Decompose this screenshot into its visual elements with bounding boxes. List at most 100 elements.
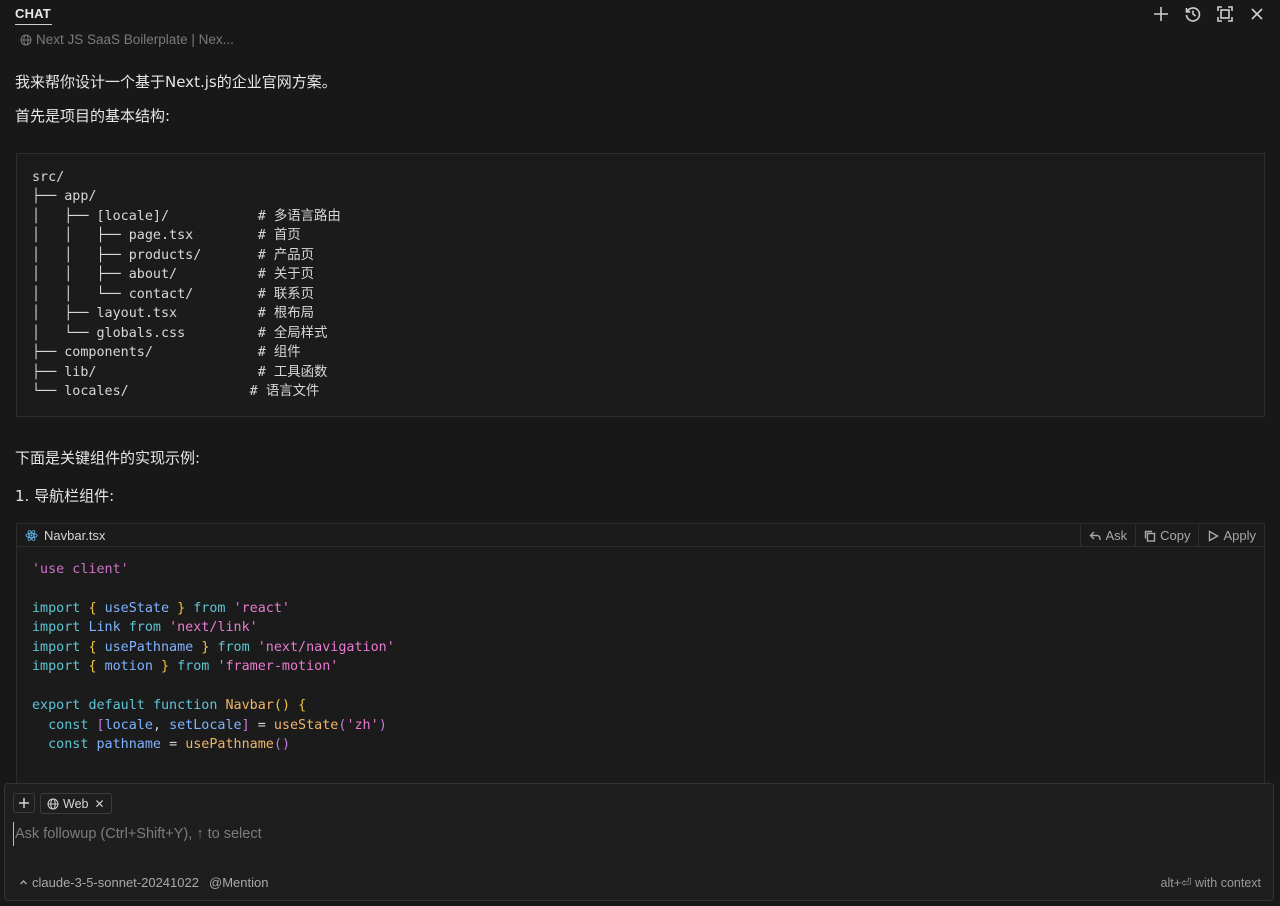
file-tree-line: ├── app/: [32, 187, 341, 206]
code-string: 'next/link': [169, 620, 258, 636]
model-selector[interactable]: claude-3-5-sonnet-20241022: [19, 875, 199, 890]
file-tree-line: ├── lib/ # 工具函数: [32, 364, 328, 380]
tab-underline: [15, 24, 52, 25]
file-tree-comment: 产品页: [273, 247, 315, 263]
code-string: 'framer-motion': [217, 659, 339, 675]
file-tree-comment: 全局样式: [273, 325, 328, 341]
code-keyword: from: [193, 600, 226, 616]
message-intro: 我来帮你设计一个基于Next.js的企业官网方案。: [15, 73, 337, 91]
copy-label: Copy: [1160, 528, 1191, 543]
code-bracket: [: [96, 717, 105, 733]
code-bracket: ): [281, 737, 290, 753]
code-identifier: useState: [104, 600, 170, 616]
code-line: import Link from 'next/link': [32, 618, 395, 637]
code-bracket: }: [161, 659, 170, 675]
code-line: const [locale, setLocale] = useState('zh…: [32, 716, 395, 735]
copy-button[interactable]: Copy: [1135, 524, 1198, 547]
code-block-header: Navbar.tsx Ask Copy Apply: [17, 524, 1264, 547]
code-keyword: import: [32, 600, 81, 616]
file-tree-path: │ │ ├── page.tsx: [32, 228, 194, 244]
code-keyword: from: [177, 659, 210, 675]
code-identifier: motion: [104, 659, 153, 675]
code-bracket: {: [88, 600, 97, 616]
code-function: Navbar: [225, 698, 274, 714]
close-icon[interactable]: [1246, 3, 1268, 25]
code-token: =: [257, 717, 266, 733]
file-tree: src/ ├── app/ │ ├── [locale]/ # 多语言路由 │ │ ├…: [32, 168, 341, 401]
code-string: 'react': [233, 600, 290, 616]
header-actions: [1150, 3, 1268, 25]
code-bracket: }: [177, 600, 186, 616]
file-tree-path: ├── lib/: [32, 364, 97, 380]
tab-chat[interactable]: CHAT: [15, 6, 51, 21]
file-tree-line: src/: [32, 168, 341, 187]
file-tree-path: ├── components/: [32, 345, 153, 361]
file-tree-path: │ │ ├── products/: [32, 247, 202, 263]
file-tree-comment: 组件: [273, 345, 301, 361]
context-chip[interactable]: Next JS SaaS Boilerplate | Nex...: [20, 32, 234, 47]
code-keyword: function: [152, 698, 218, 714]
code-string: 'next/navigation': [257, 639, 395, 655]
code-keyword: const: [48, 737, 89, 753]
file-tree-path: │ ├── [locale]/: [32, 208, 170, 224]
mention-button[interactable]: @Mention: [209, 875, 268, 890]
context-hint: alt+⏎ with context: [1160, 876, 1261, 890]
add-context-button[interactable]: [13, 793, 35, 813]
code-string: 'use client': [32, 562, 129, 577]
file-tree-comment: 联系页: [273, 286, 315, 302]
apply-button[interactable]: Apply: [1198, 524, 1264, 547]
code-line: import { motion } from 'framer-motion': [32, 657, 395, 676]
web-pill-label: Web: [63, 796, 89, 811]
ask-button[interactable]: Ask: [1080, 524, 1135, 547]
file-tree-line: │ └── globals.css # 全局样式: [32, 325, 328, 341]
file-tree-block: src/ ├── app/ │ ├── [locale]/ # 多语言路由 │ │ ├…: [16, 153, 1265, 417]
code-filename[interactable]: Navbar.tsx: [44, 528, 105, 543]
chat-header: CHAT: [0, 0, 1280, 28]
file-tree-comment: 根布局: [273, 306, 315, 322]
code-actions: Ask Copy Apply: [1080, 524, 1264, 547]
file-tree-comment: 语言文件: [265, 383, 320, 399]
plus-icon[interactable]: [1150, 3, 1172, 25]
history-icon[interactable]: [1182, 3, 1204, 25]
code-identifier: Link: [88, 620, 121, 636]
model-name: claude-3-5-sonnet-20241022: [32, 875, 199, 890]
code-token: =: [169, 737, 178, 753]
web-pill[interactable]: Web ✕: [40, 793, 112, 814]
code-bracket: ): [281, 698, 290, 714]
message-structure-heading: 首先是项目的基本结构:: [15, 107, 171, 125]
maximize-icon[interactable]: [1214, 3, 1236, 25]
code-identifier: locale: [104, 717, 153, 733]
code-bracket: {: [298, 698, 307, 714]
code-line: 'use client': [32, 560, 395, 579]
code-token: ,: [152, 717, 161, 733]
close-icon[interactable]: ✕: [94, 797, 104, 811]
code-keyword: const: [48, 717, 89, 733]
file-tree-path: │ ├── layout.tsx: [32, 306, 178, 322]
code-bracket: {: [88, 639, 97, 655]
globe-icon: [20, 34, 32, 45]
file-tree-comment: 工具函数: [273, 364, 328, 380]
followup-input[interactable]: [13, 822, 1213, 846]
plus-icon: [19, 798, 29, 808]
file-tree-line: │ ├── layout.tsx # 根布局: [32, 306, 315, 322]
code-bracket: ): [378, 717, 387, 733]
context-chip-label: Next JS SaaS Boilerplate | Nex...: [36, 32, 234, 47]
